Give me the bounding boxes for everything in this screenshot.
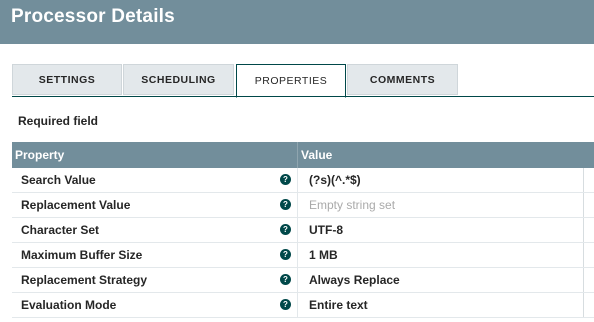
required-field-label: Required field (18, 114, 99, 128)
tab-bar: SETTINGS SCHEDULING PROPERTIES COMMENTS (12, 64, 594, 98)
property-name: Search Value (21, 173, 96, 187)
properties-table: Property Value Search Value? (?s)(^.*$) Re… (12, 142, 594, 318)
cell-divider (297, 168, 298, 192)
help-icon[interactable]: ? (280, 224, 291, 235)
property-value[interactable]: (?s)(^.*$) (309, 173, 361, 187)
dialog-title: Processor Details (11, 6, 175, 27)
table-row[interactable]: Evaluation Mode? Entire text (12, 293, 594, 318)
tab-divider (12, 96, 594, 97)
cell-divider (583, 193, 584, 217)
tab-scheduling[interactable]: SCHEDULING (123, 64, 234, 95)
property-name: Character Set (21, 223, 100, 237)
cell-divider (583, 218, 584, 242)
cell-divider (297, 218, 298, 242)
help-icon[interactable]: ? (280, 174, 291, 185)
property-value[interactable]: Always Replace (309, 273, 400, 287)
tab-properties[interactable]: PROPERTIES (236, 64, 346, 98)
property-name: Replacement Strategy (21, 273, 148, 287)
help-icon[interactable]: ? (280, 274, 291, 285)
property-value[interactable]: UTF-8 (309, 223, 343, 237)
cell-divider (583, 268, 584, 292)
cell-divider (297, 268, 298, 292)
column-header-property[interactable]: Property (15, 148, 64, 162)
table-row[interactable]: Maximum Buffer Size? 1 MB (12, 243, 594, 268)
property-value[interactable]: 1 MB (309, 248, 338, 262)
help-icon[interactable]: ? (280, 199, 291, 210)
dialog-header: Processor Details (0, 0, 594, 44)
cell-divider (583, 293, 584, 317)
cell-divider (583, 168, 584, 192)
column-header-value[interactable]: Value (301, 148, 332, 162)
table-header: Property Value (12, 142, 594, 168)
property-name: Replacement Value (21, 198, 131, 212)
table-row[interactable]: Character Set? UTF-8 (12, 218, 594, 243)
tab-settings[interactable]: SETTINGS (12, 64, 122, 95)
tab-comments[interactable]: COMMENTS (347, 64, 458, 95)
property-value[interactable]: Empty string set (309, 198, 395, 212)
property-name: Evaluation Mode (21, 298, 117, 312)
column-divider (297, 142, 298, 168)
cell-divider (583, 243, 584, 267)
help-icon[interactable]: ? (280, 299, 291, 310)
cell-divider (297, 193, 298, 217)
table-row[interactable]: Search Value? (?s)(^.*$) (12, 168, 594, 193)
cell-divider (297, 243, 298, 267)
cell-divider (297, 293, 298, 317)
table-row[interactable]: Replacement Value? Empty string set (12, 193, 594, 218)
help-icon[interactable]: ? (280, 249, 291, 260)
property-value[interactable]: Entire text (309, 298, 368, 312)
property-name: Maximum Buffer Size (21, 248, 143, 262)
table-row[interactable]: Replacement Strategy? Always Replace (12, 268, 594, 293)
